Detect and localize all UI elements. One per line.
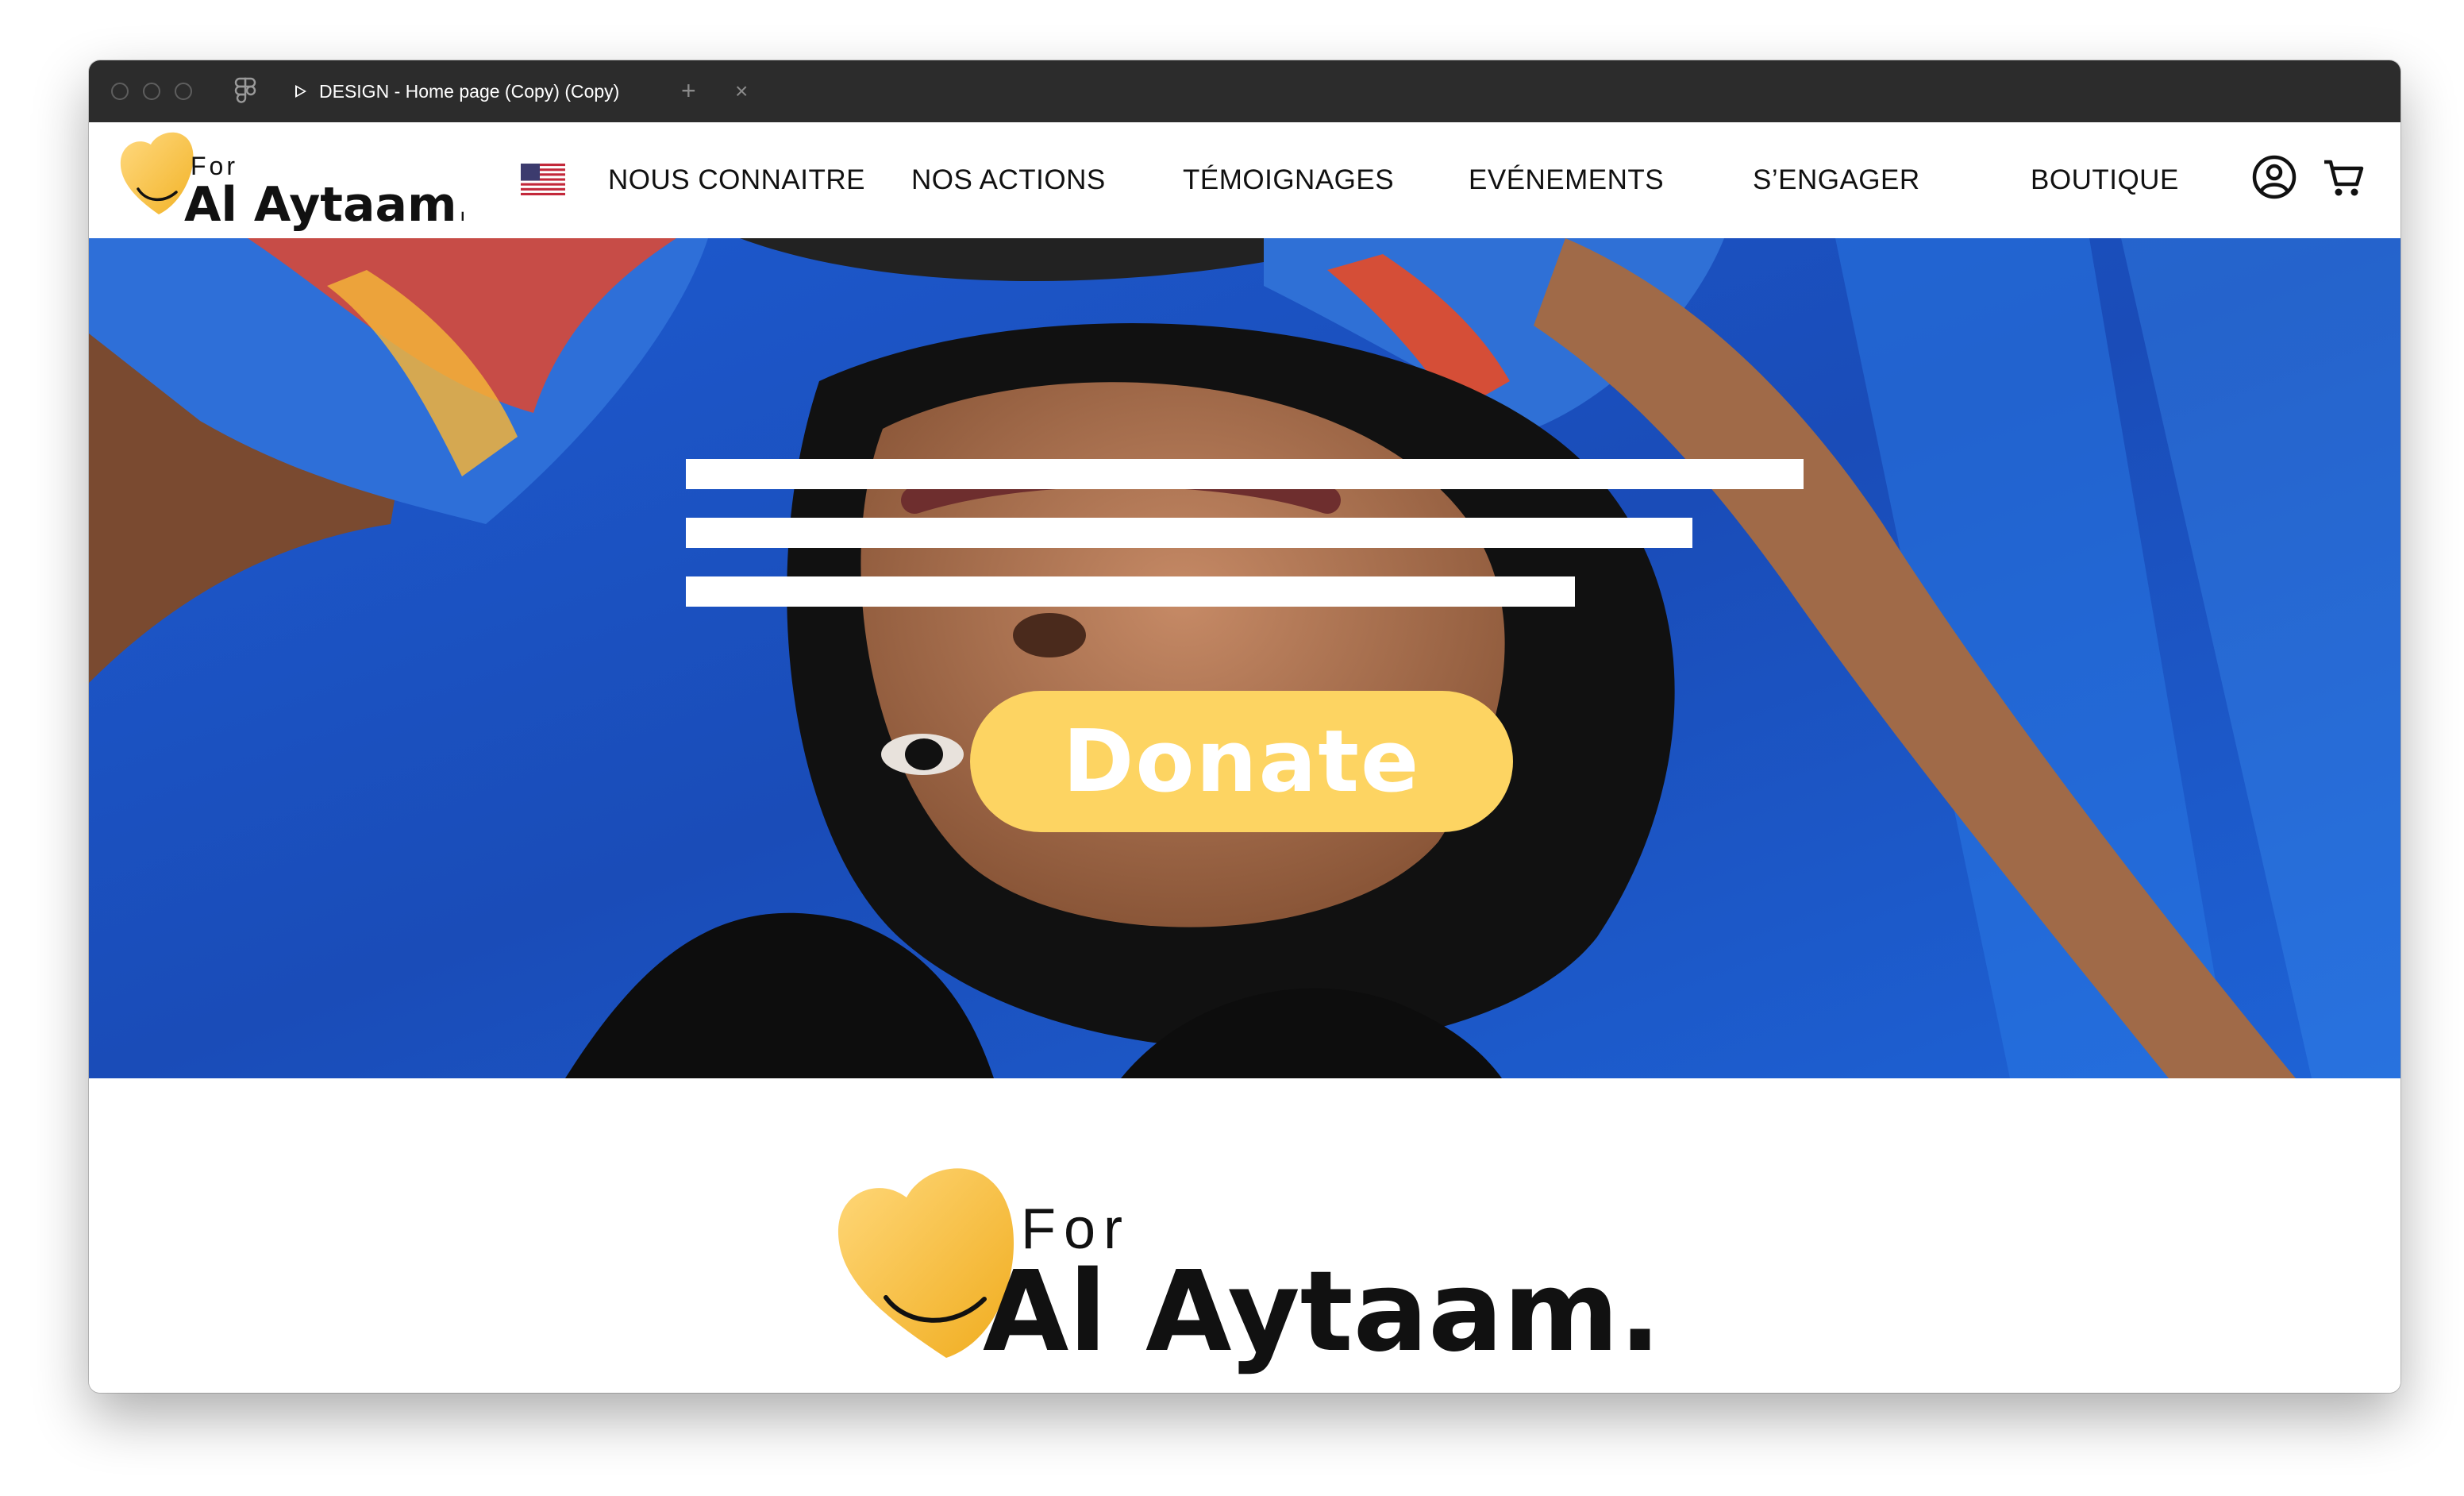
figma-icon[interactable]	[232, 76, 259, 106]
minimize-window-button[interactable]	[143, 83, 160, 100]
close-window-button[interactable]	[111, 83, 129, 100]
nav-nos-actions[interactable]: NOS ACTIONS	[911, 160, 1106, 200]
heart-logo-icon	[120, 132, 194, 214]
nav-s-engager[interactable]: S’ENGAGER	[1753, 160, 1920, 200]
us-flag-icon[interactable]	[521, 164, 565, 195]
nav-evenements[interactable]: EVÉNEMENTS	[1469, 160, 1664, 200]
zoom-window-button[interactable]	[175, 83, 192, 100]
logo-name: Al Aytaam.	[184, 177, 464, 233]
site-header: For Al Aytaam. NOUS CONNAITRE NOS ACTION…	[89, 122, 2400, 238]
footer-logo-section: For Al Aytaam.	[89, 1078, 2400, 1393]
nav-boutique[interactable]: BOUTIQUE	[2031, 160, 2179, 200]
hero-headline-placeholder-3	[686, 576, 1575, 607]
hero-headline-placeholder-1	[686, 459, 1804, 489]
logo-name: Al Aytaam.	[983, 1247, 1661, 1377]
tab-title: DESIGN - Home page (Copy) (Copy)	[319, 80, 620, 102]
hero-photo	[89, 238, 2400, 1078]
close-tab-icon[interactable]: ×	[735, 76, 748, 106]
new-tab-icon[interactable]: +	[681, 75, 696, 106]
prototype-play-icon	[295, 85, 306, 98]
browser-window: DESIGN - Home page (Copy) (Copy) × + For…	[89, 60, 2400, 1393]
user-account-icon[interactable]	[2251, 154, 2297, 200]
donate-button[interactable]: Donate	[970, 691, 1513, 832]
shopping-cart-icon[interactable]	[2321, 156, 2366, 200]
hero-banner: Donate	[89, 238, 2400, 1078]
nav-nous-connaitre[interactable]: NOUS CONNAITRE	[608, 160, 865, 200]
brand-logo-large: For Al Aytaam.	[837, 1168, 1661, 1377]
logo-prefix: For	[191, 152, 238, 180]
hero-headline-placeholder-2	[686, 518, 1692, 548]
brand-logo[interactable]: For Al Aytaam.	[114, 125, 464, 237]
title-bar: DESIGN - Home page (Copy) (Copy) × +	[89, 60, 2400, 122]
nav-temoignages[interactable]: TÉMOIGNAGES	[1183, 160, 1394, 200]
